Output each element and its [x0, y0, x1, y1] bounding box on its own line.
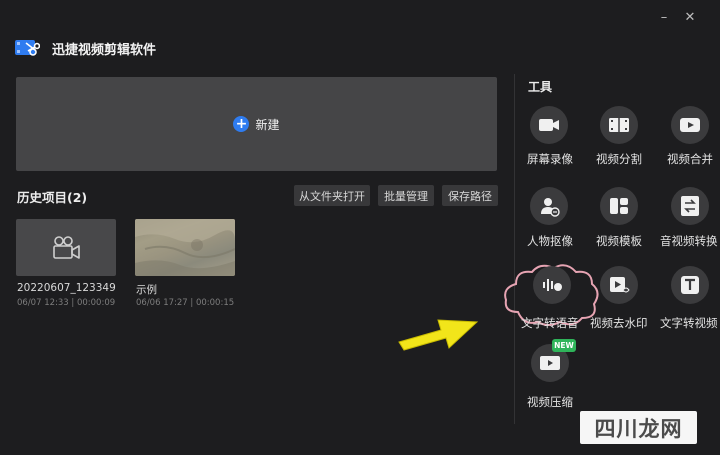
tool-label-av-convert[interactable]: 音视频转换	[660, 233, 718, 249]
landscape-preview-image	[135, 219, 235, 276]
sidebar-divider	[514, 74, 515, 424]
text-to-video-icon[interactable]	[671, 266, 709, 304]
project-thumbnail-1[interactable]	[16, 219, 116, 276]
new-project-label: 新建	[255, 117, 280, 132]
open-from-folder-button[interactable]: 从文件夹打开	[294, 185, 370, 206]
tool-label-video-compress[interactable]: 视频压缩	[527, 394, 573, 410]
tool-label-screen-record[interactable]: 屏幕录像	[527, 151, 573, 167]
minimize-button[interactable]: –	[655, 8, 673, 26]
tool-label-video-merge[interactable]: 视频合并	[667, 151, 713, 167]
tool-label-remove-watermark[interactable]: 视频去水印	[590, 315, 648, 331]
batch-manage-button[interactable]: 批量管理	[378, 185, 434, 206]
new-project-button[interactable]: + 新建	[16, 77, 497, 171]
tool-label-video-template[interactable]: 视频模板	[596, 233, 642, 249]
new-badge: NEW	[552, 339, 576, 352]
screen-record-icon[interactable]	[530, 106, 568, 144]
tool-label-portrait-cutout[interactable]: 人物抠像	[527, 233, 573, 249]
remove-watermark-icon[interactable]	[600, 266, 638, 304]
text-to-speech-icon[interactable]	[533, 266, 571, 304]
tools-title: 工具	[528, 80, 553, 94]
plus-icon: +	[233, 116, 250, 132]
tool-label-video-split[interactable]: 视频分割	[596, 151, 642, 167]
watermark-text: 四川龙网	[594, 416, 683, 441]
project-name-2: 示例	[136, 284, 157, 296]
project-meta-2: 06/06 17:27 | 00:00:15	[136, 298, 235, 308]
video-template-icon[interactable]	[600, 187, 638, 225]
video-merge-icon[interactable]	[671, 106, 709, 144]
av-convert-icon[interactable]	[671, 187, 709, 225]
project-thumbnail-2[interactable]	[135, 219, 235, 276]
portrait-cutout-icon[interactable]	[530, 187, 568, 225]
close-button[interactable]: ✕	[681, 8, 699, 26]
tool-label-text-to-speech[interactable]: 文字转语音	[521, 315, 579, 331]
history-title: 历史项目(2)	[17, 190, 88, 205]
video-split-icon[interactable]	[600, 106, 638, 144]
video-camera-icon	[53, 235, 80, 259]
save-path-button[interactable]: 保存路径	[442, 185, 498, 206]
app-title: 迅捷视频剪辑软件	[52, 43, 157, 58]
app-logo-icon	[14, 37, 41, 59]
tool-label-text-to-video[interactable]: 文字转视频	[660, 315, 718, 331]
project-meta-1: 06/07 12:33 | 00:00:09	[17, 298, 116, 308]
watermark: 四川龙网	[580, 411, 697, 444]
project-name-1: 20220607_123349	[17, 282, 116, 294]
yellow-arrow-icon	[395, 308, 481, 360]
